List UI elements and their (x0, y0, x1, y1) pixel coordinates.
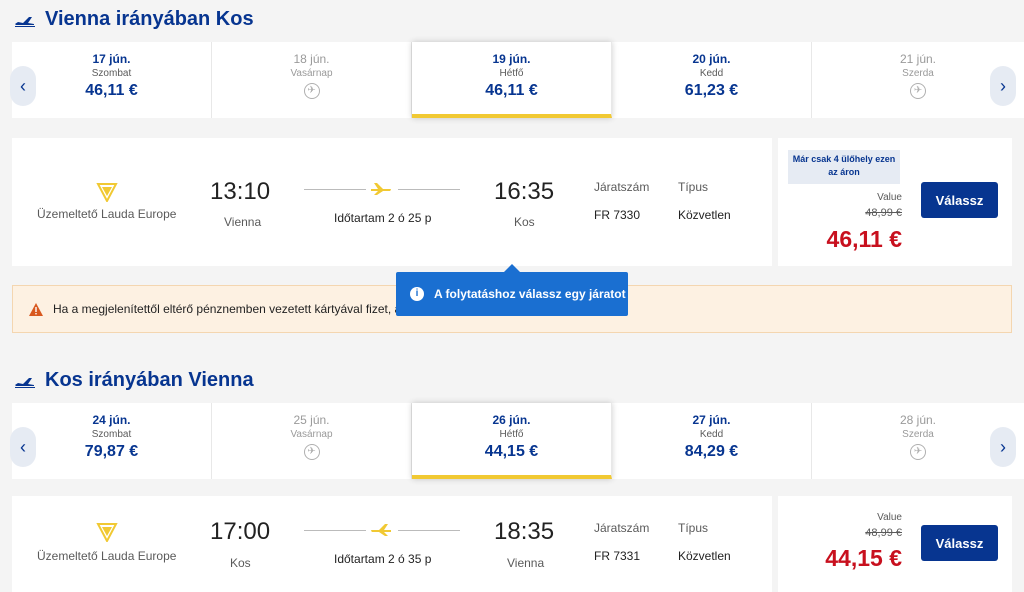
plane-icon (370, 523, 392, 542)
chevron-right-icon: › (1000, 75, 1006, 96)
inbound-date-option: 25 jún. Vasárnap ✈ (212, 403, 412, 479)
chevron-left-icon: ‹ (20, 436, 26, 457)
outbound-price-card: Már csak 4 ülőhely ezen az áron Value 48… (778, 138, 1012, 266)
day-label: Szombat (91, 68, 132, 79)
date-label: 27 jún. (692, 413, 731, 427)
type-value: Közvetlen (678, 549, 731, 563)
inbound-date-option[interactable]: 27 jún. Kedd 84,29 € (612, 403, 812, 479)
day-label: Vasárnap (290, 429, 333, 440)
inbound-title-text: Kos irányában Vienna (45, 369, 254, 391)
duration-text: Időtartam 2 ó 25 p (334, 211, 432, 225)
flight-number-label: Járatszám (594, 180, 650, 194)
date-price: 61,23 € (684, 82, 739, 99)
original-price: 48,99 € (865, 207, 902, 219)
type-label: Típus (678, 180, 709, 194)
flight-number: FR 7330 (594, 208, 641, 222)
arrival-city: Vienna (507, 556, 545, 570)
warning-text: Ha a megjelenítettől eltérő pénznemben v… (53, 302, 402, 316)
departure-time: 13:10 (210, 178, 271, 205)
outbound-next-dates-button[interactable]: › (990, 66, 1016, 106)
route-line (398, 189, 460, 190)
outbound-date-option[interactable]: 17 jún. Szombat 46,11 € (12, 42, 212, 118)
fare-type-label: Value (877, 512, 902, 523)
select-flight-tooltip: i A folytatáshoz válassz egy járatot (396, 264, 628, 316)
date-label: 25 jún. (293, 413, 330, 427)
inbound-prev-dates-button[interactable]: ‹ (10, 427, 36, 467)
date-label: 26 jún. (492, 413, 531, 427)
chevron-right-icon: › (1000, 436, 1006, 457)
arrival-city: Kos (514, 215, 535, 229)
original-price: 48,99 € (865, 527, 902, 539)
no-flight-icon: ✈ (303, 83, 320, 99)
arrival-time: 18:35 (494, 518, 555, 545)
day-label: Vasárnap (290, 68, 333, 79)
operator-text: Üzemeltető Lauda Europe (37, 549, 177, 563)
day-label: Szombat (91, 429, 132, 440)
no-flight-icon: ✈ (303, 444, 320, 460)
departure-plane-icon (14, 13, 36, 27)
type-value: Közvetlen (678, 208, 731, 222)
day-label: Kedd (699, 429, 724, 440)
date-label: 20 jún. (692, 52, 731, 66)
date-label: 24 jún. (92, 413, 131, 427)
date-label: 17 jún. (92, 52, 131, 66)
route-line (304, 530, 366, 531)
fare-type-label: Value (877, 192, 902, 203)
date-price: 44,15 € (484, 443, 539, 460)
operator-text: Üzemeltető Lauda Europe (37, 207, 177, 221)
outbound-prev-dates-button[interactable]: ‹ (10, 66, 36, 106)
type-label: Típus (678, 521, 709, 535)
fare-price: 46,11 € (826, 226, 902, 252)
info-icon: i (410, 287, 424, 301)
date-label: 21 jún. (899, 52, 937, 66)
inbound-flight-card[interactable]: Üzemeltető Lauda Europe 17:00 Kos Időtar… (12, 496, 772, 592)
departure-plane-icon (14, 374, 36, 388)
no-flight-icon: ✈ (910, 444, 926, 460)
flight-number-label: Járatszám (594, 521, 650, 535)
outbound-date-strip: 17 jún. Szombat 46,11 € 18 jún. Vasárnap… (12, 42, 1024, 118)
plane-icon (370, 182, 392, 201)
seats-left-badge: Már csak 4 ülőhely ezen az áron (788, 150, 900, 184)
date-price: 46,11 € (485, 82, 538, 99)
date-label: 19 jún. (492, 52, 531, 66)
outbound-date-option[interactable]: 20 jún. Kedd 61,23 € (612, 42, 812, 118)
warning-icon (29, 302, 43, 316)
outbound-select-button[interactable]: Válassz (921, 182, 998, 218)
outbound-date-option-selected[interactable]: 19 jún. Hétfő 46,11 € (412, 42, 612, 118)
inbound-select-button[interactable]: Válassz (921, 525, 998, 561)
date-label: 18 jún. (293, 52, 330, 66)
flight-number: FR 7331 (594, 549, 641, 563)
inbound-date-option[interactable]: 24 jún. Szombat 79,87 € (12, 403, 212, 479)
date-price: 46,11 € (85, 82, 138, 99)
outbound-section-title: Vienna irányában Kos (14, 8, 254, 31)
tooltip-text: A folytatáshoz válassz egy járatot (434, 287, 626, 301)
airline-logo-icon (96, 182, 118, 207)
inbound-next-dates-button[interactable]: › (990, 427, 1016, 467)
outbound-title-text: Vienna irányában Kos (45, 8, 254, 30)
duration-text: Időtartam 2 ó 35 p (334, 552, 432, 566)
fare-price: 44,15 € (825, 545, 902, 571)
chevron-left-icon: ‹ (20, 75, 26, 96)
inbound-price-card: Value 48,99 € 44,15 € Válassz (778, 496, 1012, 592)
no-flight-icon: ✈ (910, 83, 926, 99)
departure-time: 17:00 (210, 518, 271, 545)
outbound-date-option: 18 jún. Vasárnap ✈ (212, 42, 412, 118)
day-label: Kedd (699, 68, 724, 79)
date-price: 79,87 € (84, 443, 139, 460)
route-line (398, 530, 460, 531)
arrival-time: 16:35 (494, 178, 555, 205)
departure-city: Kos (230, 556, 251, 570)
inbound-section-title: Kos irányában Vienna (14, 369, 254, 392)
airline-logo-icon (96, 522, 118, 547)
day-label: Hétfő (499, 68, 524, 79)
departure-city: Vienna (224, 215, 262, 229)
outbound-flight-card[interactable]: Üzemeltető Lauda Europe 13:10 Vienna Idő… (12, 138, 772, 266)
day-label: Hétfő (499, 429, 524, 440)
date-label: 28 jún. (899, 413, 937, 427)
date-price: 84,29 € (684, 443, 739, 460)
route-line (304, 189, 366, 190)
inbound-date-option-selected[interactable]: 26 jún. Hétfő 44,15 € (412, 403, 612, 479)
inbound-date-strip: 24 jún. Szombat 79,87 € 25 jún. Vasárnap… (12, 403, 1024, 479)
